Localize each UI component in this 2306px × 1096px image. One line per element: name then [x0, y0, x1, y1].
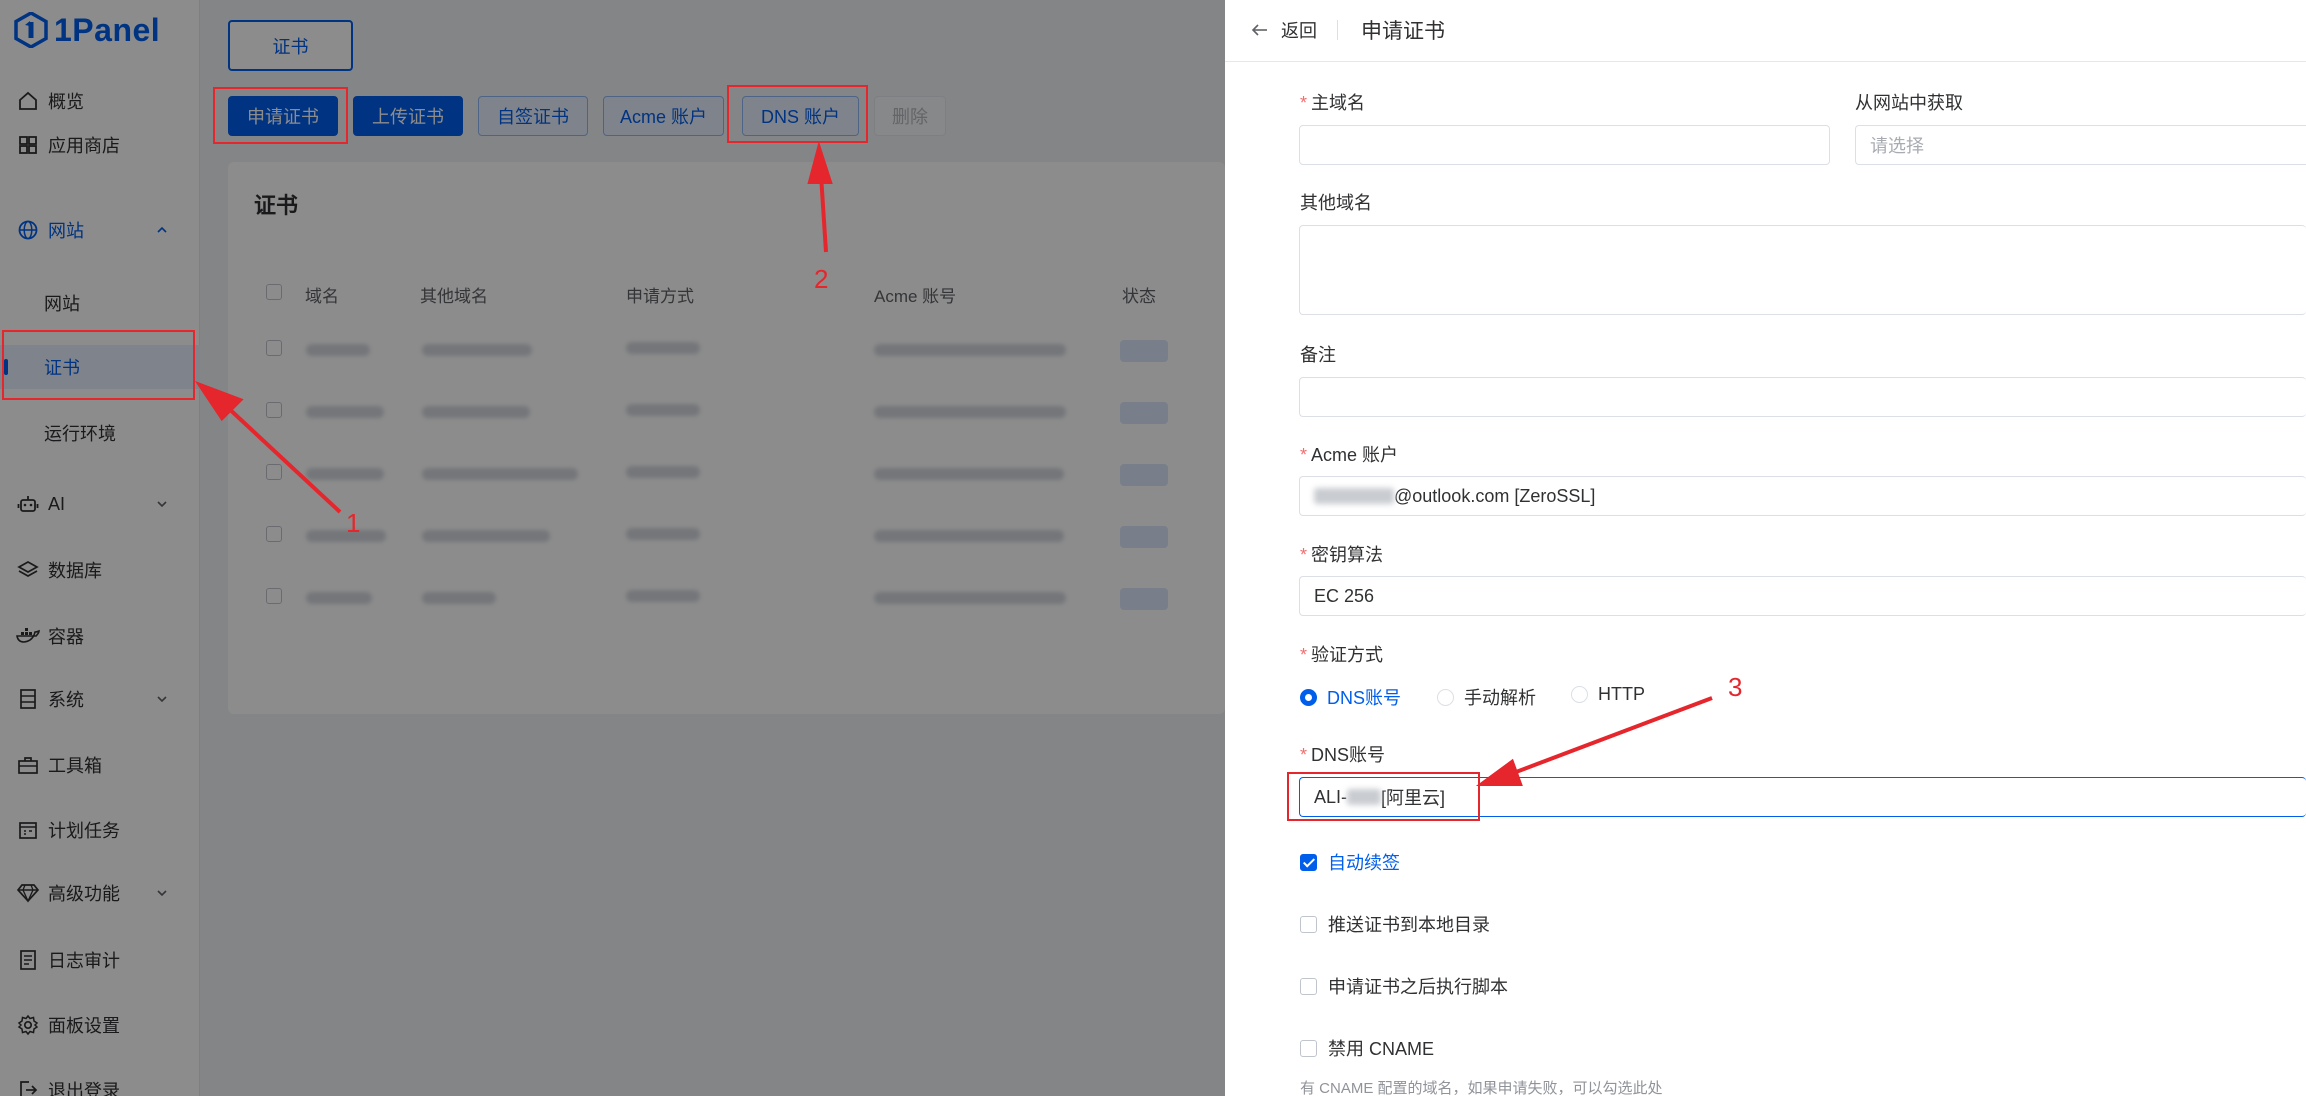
checkbox-box[interactable]	[1300, 1039, 1317, 1057]
annotation-number-2: 2	[814, 264, 829, 294]
key-algorithm-label: * 密钥算法	[1300, 545, 1384, 565]
radio-label: DNS账号	[1327, 688, 1402, 708]
from-website-label: 从网站中获取	[1855, 93, 1963, 113]
highlight-cert-nav	[2, 330, 195, 400]
acme-account-value: @outlook.com [ZeroSSL]	[1394, 485, 1596, 506]
back-link[interactable]: 返回	[1281, 17, 1317, 43]
verify-method-label: * 验证方式	[1300, 645, 1384, 665]
drawer-title: 申请证书	[1361, 20, 1445, 43]
acme-account-select[interactable]: @outlook.com [ZeroSSL]	[1299, 476, 2306, 516]
checkbox-box[interactable]	[1300, 977, 1317, 995]
remark-input[interactable]	[1299, 377, 2306, 417]
redacted-email	[1314, 488, 1394, 504]
other-domains-label: 其他域名	[1300, 193, 1372, 213]
checkbox-box[interactable]	[1300, 853, 1317, 871]
from-website-select[interactable]: 请选择	[1855, 125, 2306, 165]
primary-domain-input[interactable]	[1299, 125, 1830, 165]
radio-manual-dns[interactable]: 手动解析	[1437, 684, 1536, 710]
auto-renew-checkbox[interactable]: 自动续签	[1300, 849, 1400, 875]
remark-label: 备注	[1300, 345, 1336, 365]
checkbox-box[interactable]	[1300, 915, 1317, 933]
other-domains-textarea[interactable]	[1299, 225, 2306, 315]
radio-dot[interactable]	[1571, 686, 1588, 703]
checkbox-label: 自动续签	[1328, 853, 1400, 873]
cname-hint: 有 CNAME 配置的域名，如果申请失败，可以勾选此处	[1300, 1080, 1663, 1096]
highlight-apply-cert	[213, 87, 348, 144]
radio-http[interactable]: HTTP	[1571, 684, 1645, 705]
arrow-left-icon[interactable]	[1249, 19, 1271, 41]
run-script-checkbox[interactable]: 申请证书之后执行脚本	[1300, 973, 1508, 999]
checkbox-label: 申请证书之后执行脚本	[1328, 977, 1508, 997]
dns-account-label: * DNS账号	[1300, 745, 1386, 765]
drawer-backdrop[interactable]	[0, 0, 1225, 1096]
radio-dot[interactable]	[1300, 688, 1317, 706]
annotation-number-1: 1	[346, 508, 361, 538]
disable-cname-checkbox[interactable]: 禁用 CNAME	[1300, 1035, 1434, 1061]
radio-dot[interactable]	[1437, 688, 1454, 706]
annotation-number-3: 3	[1728, 672, 1743, 702]
key-algorithm-select[interactable]: EC 256	[1299, 576, 2306, 616]
checkbox-label: 禁用 CNAME	[1328, 1039, 1435, 1059]
radio-label: HTTP	[1598, 684, 1645, 704]
highlight-dns-account	[727, 85, 868, 143]
header-divider	[1337, 20, 1338, 40]
radio-label: 手动解析	[1464, 688, 1536, 708]
acme-account-label: * Acme 账户	[1300, 445, 1399, 465]
drawer-header: 返回 申请证书	[1225, 0, 2306, 62]
push-to-local-dir-checkbox[interactable]: 推送证书到本地目录	[1300, 911, 1490, 937]
primary-domain-label: * 主域名	[1300, 93, 1366, 113]
checkbox-label: 推送证书到本地目录	[1328, 915, 1490, 935]
highlight-dns-select	[1287, 772, 1480, 821]
radio-dns-account[interactable]: DNS账号	[1300, 684, 1401, 710]
